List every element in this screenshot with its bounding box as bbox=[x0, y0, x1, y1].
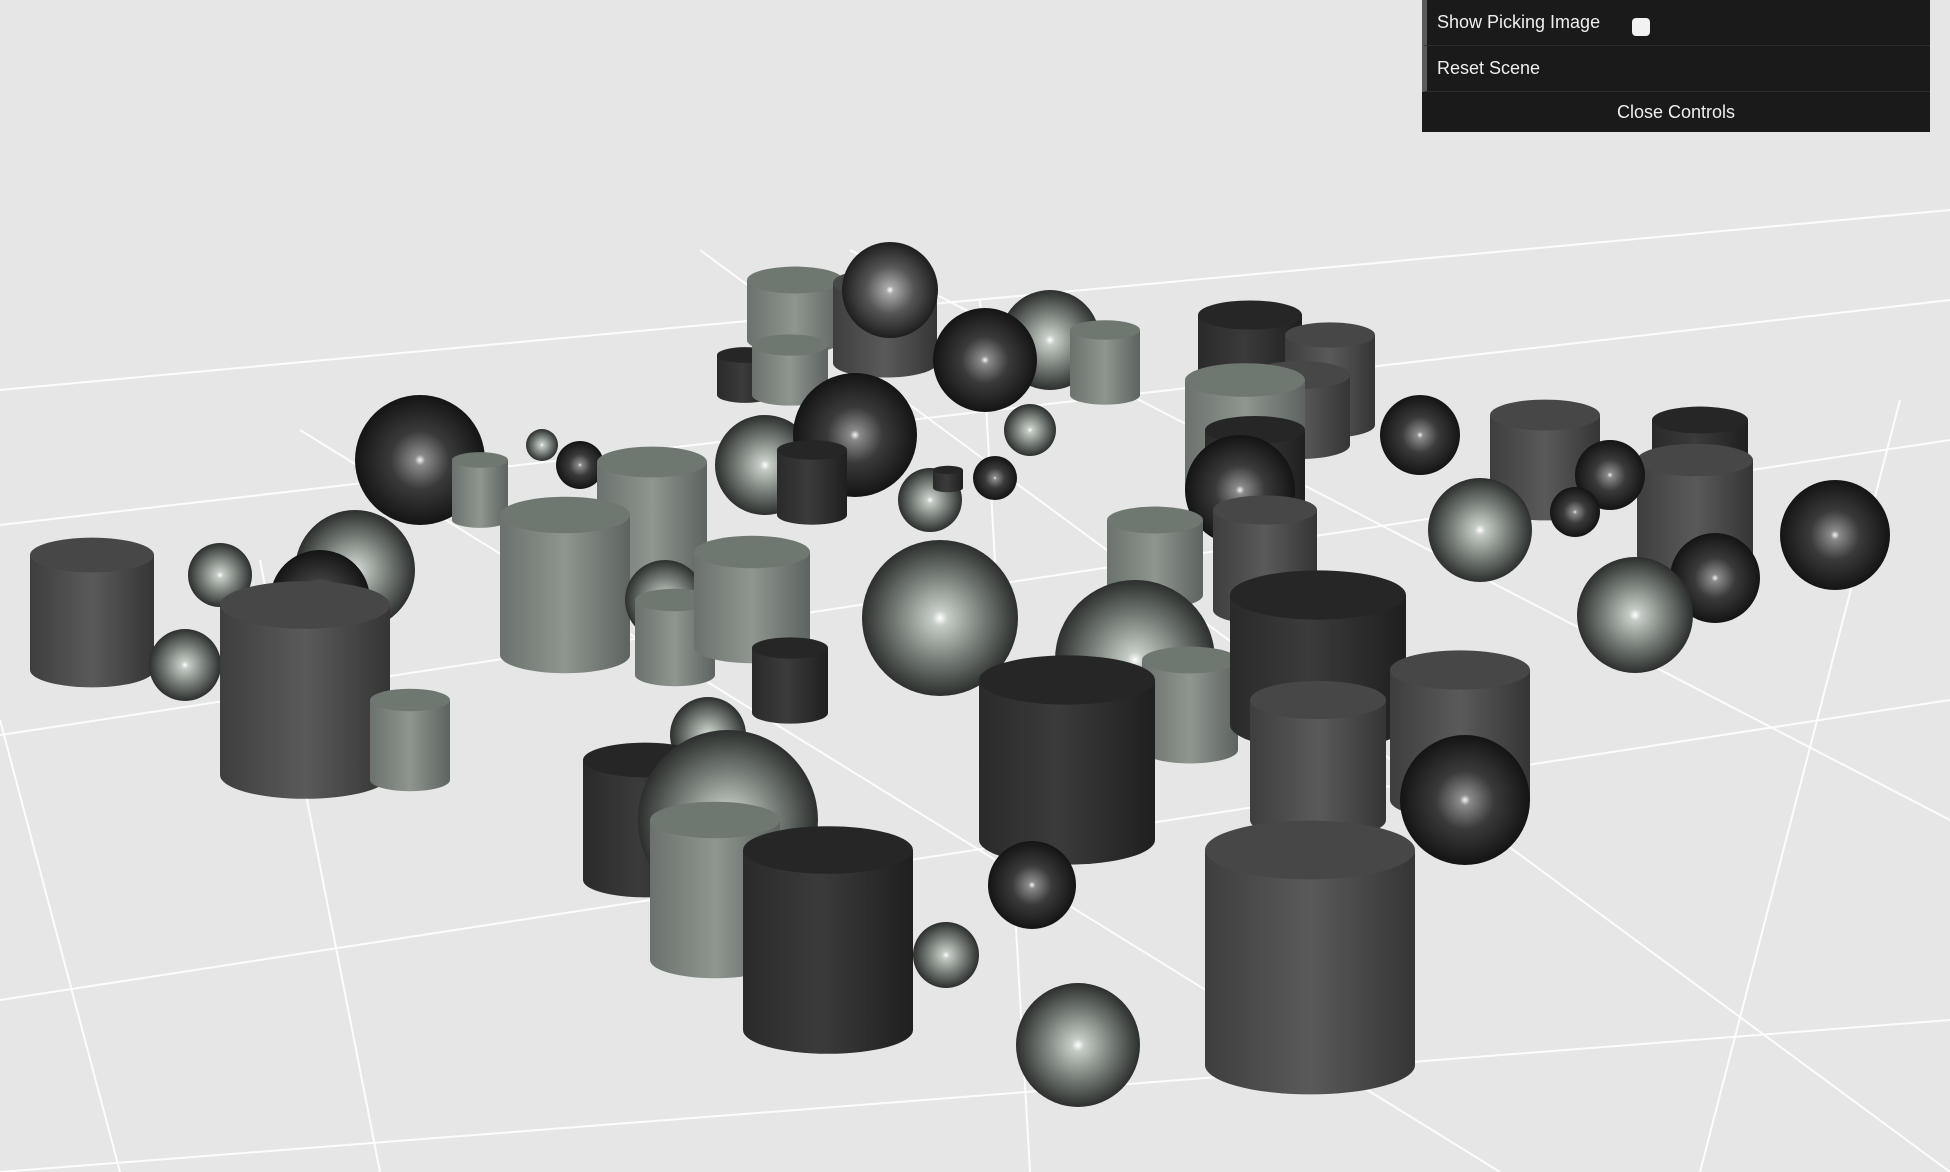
scene-canvas[interactable] bbox=[0, 0, 1950, 1172]
sphere bbox=[1577, 557, 1693, 673]
sphere bbox=[556, 441, 604, 489]
reset-scene-button[interactable]: Reset Scene bbox=[1422, 46, 1930, 92]
sphere bbox=[1380, 395, 1460, 475]
sphere bbox=[1400, 735, 1530, 865]
grid-line bbox=[0, 719, 121, 1172]
controls-panel: Show Picking Image Reset Scene Close Con… bbox=[1422, 0, 1930, 132]
cylinder bbox=[452, 452, 508, 528]
show-picking-label: Show Picking Image bbox=[1437, 12, 1601, 32]
cylinder bbox=[743, 826, 913, 1054]
sphere bbox=[149, 629, 221, 701]
grid-line bbox=[0, 1019, 1950, 1172]
cylinder bbox=[933, 465, 963, 493]
cylinder bbox=[220, 581, 390, 799]
sphere bbox=[1016, 983, 1140, 1107]
cylinder bbox=[1250, 680, 1386, 840]
cylinder bbox=[777, 440, 847, 525]
close-controls-button[interactable]: Close Controls bbox=[1422, 92, 1930, 132]
reset-scene-label: Reset Scene bbox=[1437, 58, 1541, 78]
sphere bbox=[1780, 480, 1890, 590]
cylinder bbox=[500, 496, 630, 674]
cylinder bbox=[1142, 646, 1238, 764]
sphere bbox=[988, 841, 1076, 929]
cylinder bbox=[1070, 320, 1140, 405]
sphere bbox=[973, 456, 1017, 500]
sphere bbox=[1550, 487, 1600, 537]
sphere bbox=[933, 308, 1037, 412]
cylinder bbox=[370, 688, 450, 792]
show-picking-row[interactable]: Show Picking Image bbox=[1422, 0, 1930, 46]
sphere bbox=[526, 429, 558, 461]
sphere bbox=[1004, 404, 1056, 456]
show-picking-checkbox[interactable] bbox=[1632, 17, 1650, 36]
cylinder bbox=[30, 537, 154, 688]
cylinder bbox=[752, 637, 828, 724]
sphere bbox=[1428, 478, 1532, 582]
cylinder bbox=[1205, 820, 1415, 1095]
scene-objects bbox=[30, 242, 1890, 1107]
cylinder bbox=[979, 655, 1155, 865]
sphere bbox=[842, 242, 938, 338]
sphere bbox=[913, 922, 979, 988]
3d-viewport[interactable] bbox=[0, 0, 1950, 1172]
